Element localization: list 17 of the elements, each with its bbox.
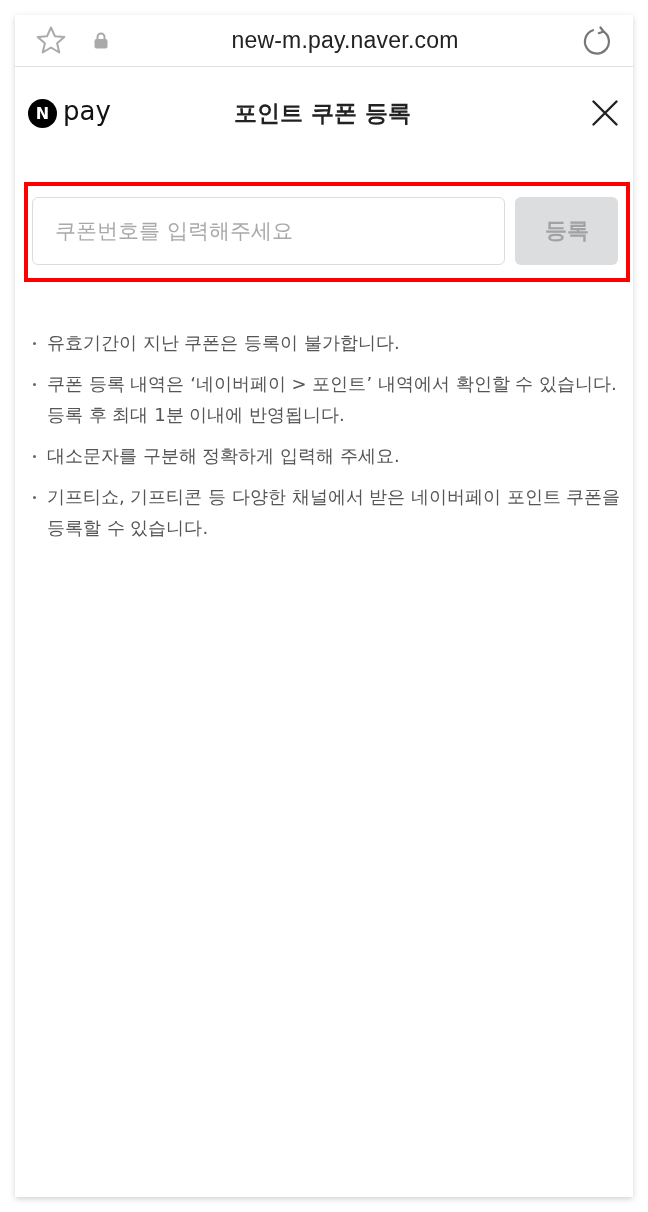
note-text: 기프티쇼, 기프티콘 등 다양한 채널에서 받은 네이버페이 포인트 쿠폰을 등록할 수 있습니다. [47, 485, 622, 540]
bullet-icon [33, 455, 36, 458]
url-text[interactable]: new-m.pay.naver.com [108, 27, 582, 54]
star-icon[interactable] [36, 26, 66, 55]
logo-badge: N [28, 98, 57, 128]
reload-icon[interactable] [582, 25, 612, 56]
note-text: 유효기간이 지난 쿠폰은 등록이 불가합니다. [47, 331, 400, 355]
logo-text: pay [63, 97, 111, 128]
bullet-icon [33, 383, 36, 386]
lock-icon [94, 32, 108, 49]
note-text: 쿠폰 등록 내역은 ‘네이버페이 > 포인트’ 내역에서 확인할 수 있습니다. 등록 후 최대 1분 이내에 반영됩니다. [47, 372, 618, 427]
coupon-input-field[interactable]: 쿠폰번호를 입력해주세요 [32, 197, 505, 265]
close-icon[interactable] [592, 100, 618, 126]
note-text: 대소문자를 구분해 정확하게 입력해 주세요. [47, 444, 400, 468]
bullet-icon [33, 496, 36, 499]
page-title: 포인트 쿠폰 등록 [234, 98, 412, 128]
bullet-icon [33, 342, 36, 345]
